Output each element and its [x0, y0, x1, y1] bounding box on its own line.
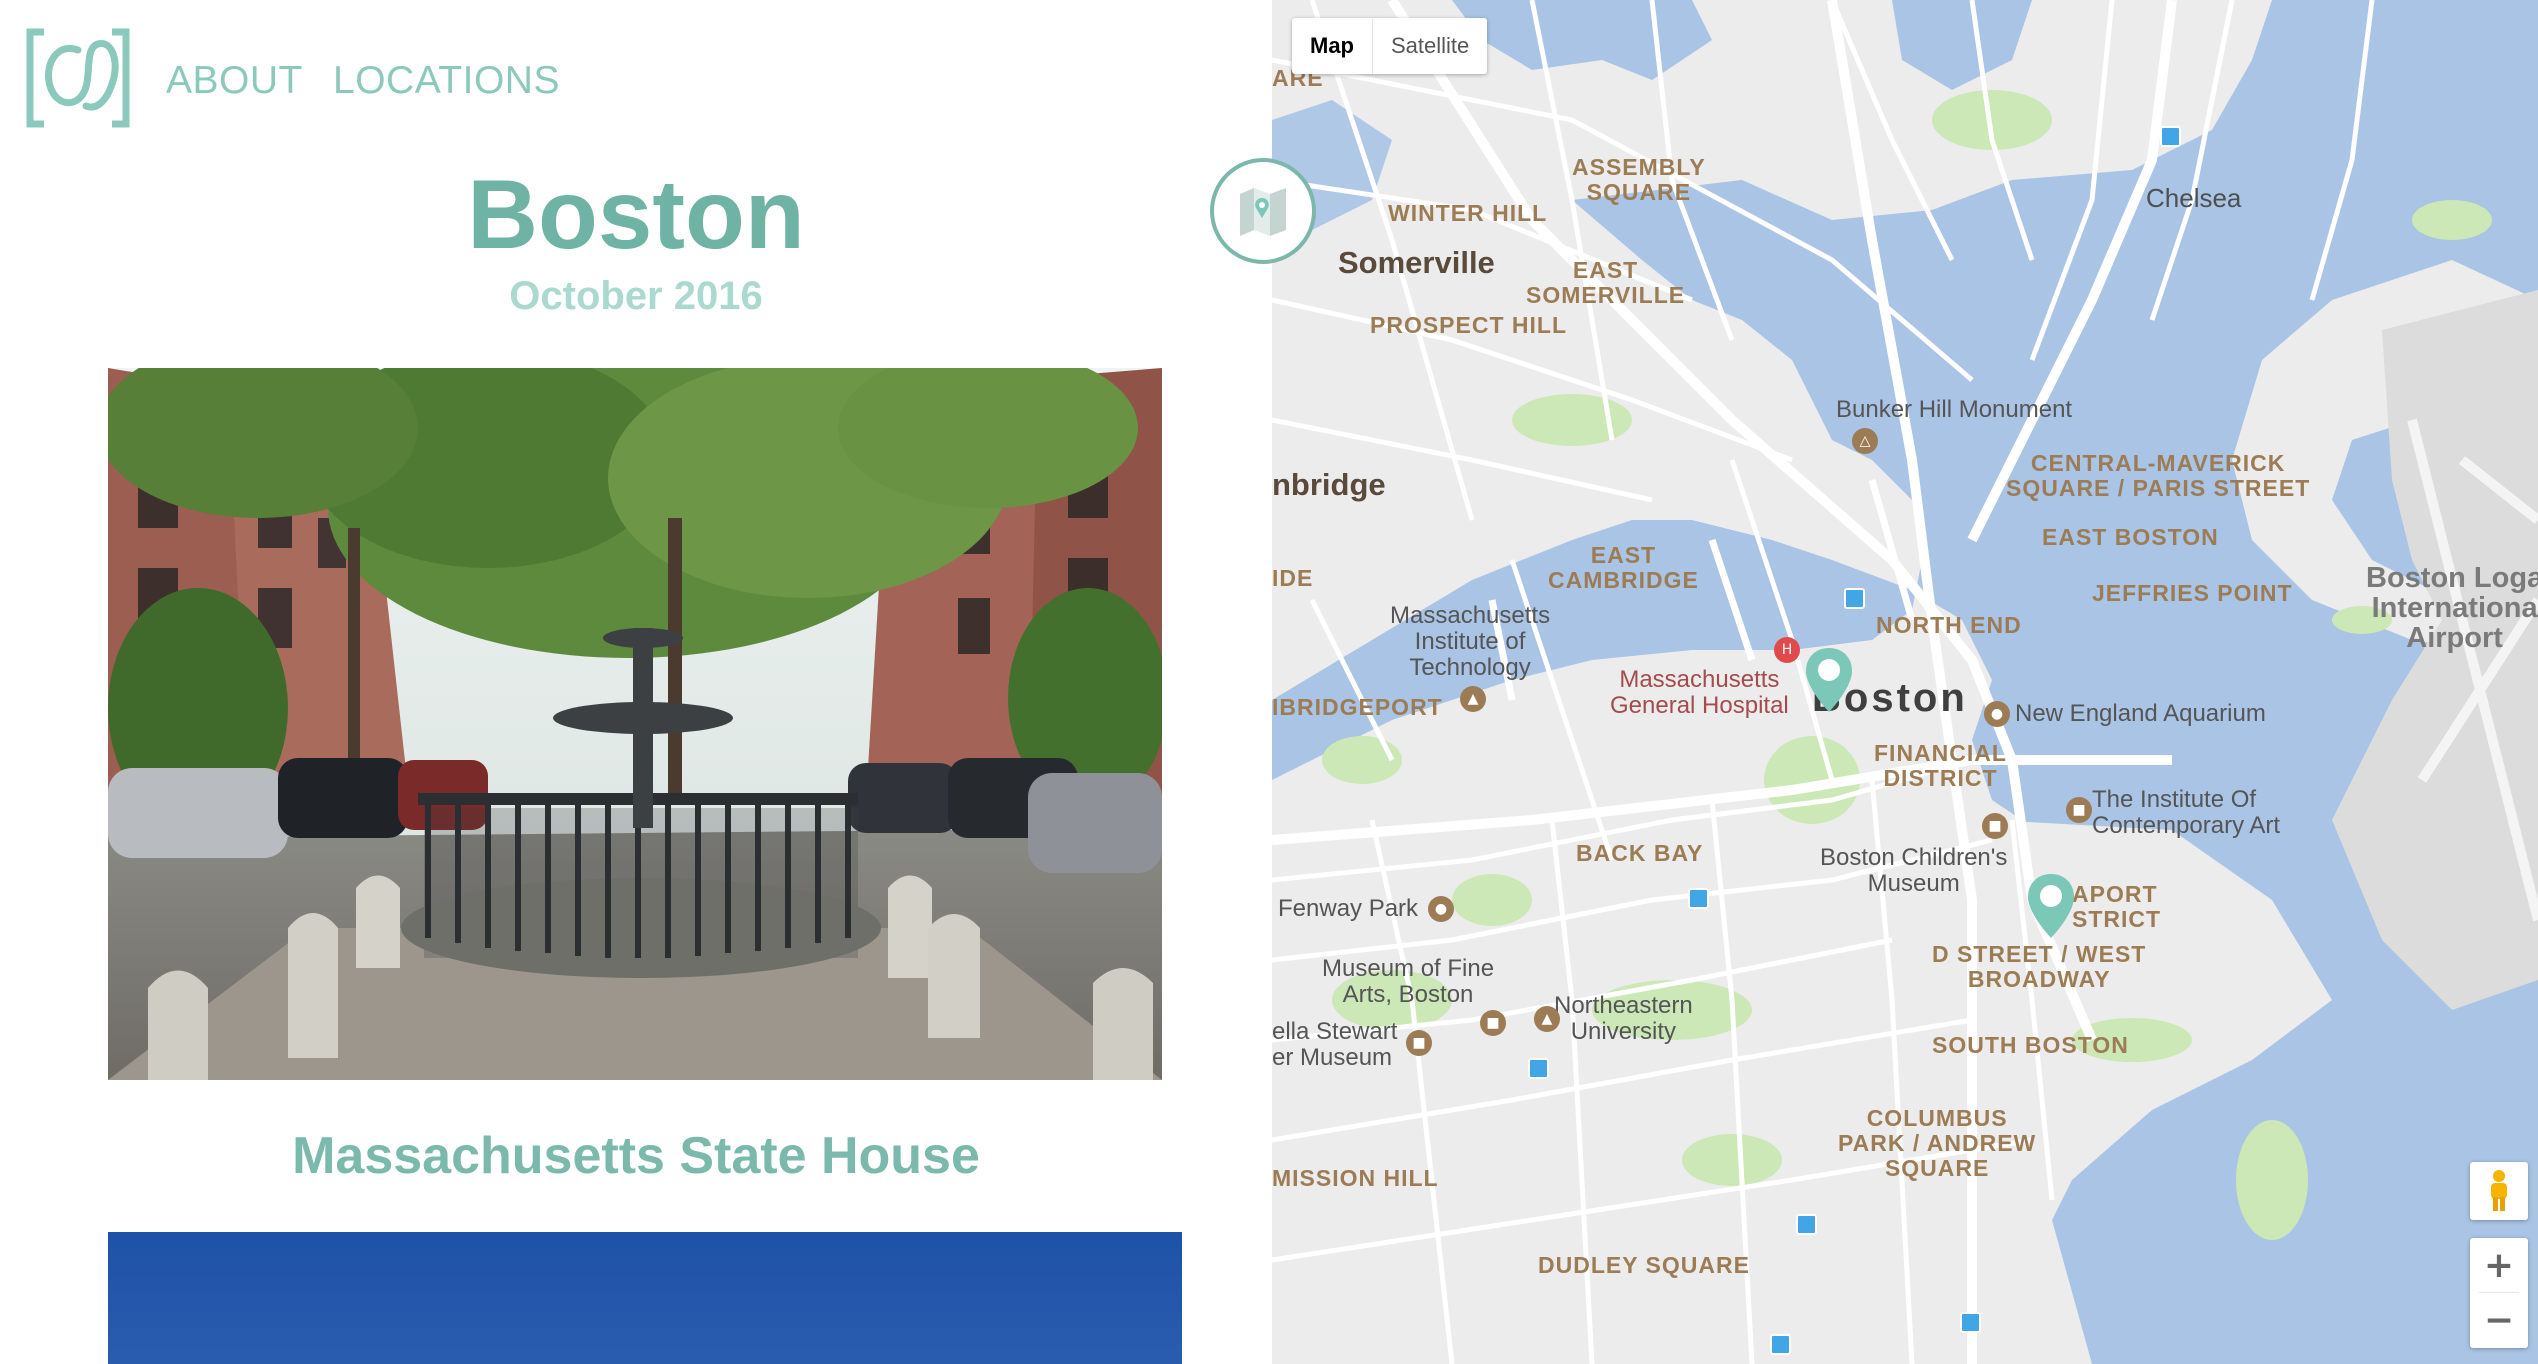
map-label-mgh: Massachusetts General Hospital [1610, 666, 1789, 719]
museum-icon[interactable]: ■ [2066, 797, 2092, 823]
northeastern-university-icon[interactable]: ▲ [1534, 1006, 1560, 1032]
folded-map-icon [1240, 188, 1286, 236]
monument-icon[interactable]: △ [1852, 428, 1878, 454]
map-label-bunker-hill: Bunker Hill Monument [1836, 396, 2073, 423]
stadium-icon[interactable]: ● [1428, 896, 1454, 922]
map-label-dudley-square: DUDLEY SQUARE [1538, 1252, 1750, 1278]
location-pin-icon[interactable] [2026, 872, 2076, 940]
location-photo [108, 368, 1162, 1080]
transit-station-icon[interactable] [1960, 1312, 1981, 1333]
childrens-museum-icon[interactable]: ■ [1982, 813, 2008, 839]
transit-station-icon[interactable] [1528, 1058, 1549, 1079]
map-label-financial-district: FINANCIAL DISTRICT [1874, 740, 2007, 791]
transit-station-icon[interactable] [2160, 126, 2181, 147]
fountain-photo-image [108, 368, 1162, 1080]
pegman-icon [2491, 1170, 2507, 1211]
map-label-prospect-hill: PROSPECT HILL [1370, 312, 1568, 338]
next-location-photo [108, 1232, 1182, 1364]
transit-station-icon[interactable] [1770, 1334, 1791, 1355]
page-title: Boston [467, 159, 805, 269]
nav-about-link[interactable]: ABOUT [166, 58, 303, 104]
transit-station-icon[interactable] [1688, 888, 1709, 909]
map-label-jeffries-point: JEFFRIES POINT [2092, 580, 2293, 606]
map-label-childrens-museum: Boston Children's Museum [1820, 844, 2008, 897]
map-label-columbus-park: COLUMBUS PARK / ANDREW SQUARE [1838, 1105, 2037, 1181]
hospital-icon[interactable]: H [1774, 637, 1800, 663]
zoom-out-button[interactable]: − [2470, 1293, 2528, 1347]
map-label-east-cambridge: EAST CAMBRIDGE [1548, 542, 1699, 593]
content-panel: ABOUT LOCATIONS Boston October 2016 Mass… [0, 0, 1272, 1364]
gardner-museum-icon[interactable]: ■ [1406, 1030, 1432, 1056]
transit-station-icon[interactable] [1796, 1214, 1817, 1235]
app-root: ABOUT LOCATIONS Boston October 2016 Mass… [0, 0, 2538, 1364]
map-label-winter-hill: WINTER HILL [1388, 200, 1548, 226]
map-label-gardner: ella Stewart er Museum [1272, 1018, 1398, 1071]
map-label-d-street: D STREET / WEST BROADWAY [1932, 941, 2147, 992]
map-label-assembly-square: ASSEMBLY SQUARE [1572, 154, 1706, 205]
map-type-map-button[interactable]: Map [1292, 18, 1373, 74]
brand-logo-icon [26, 28, 130, 128]
map-label-east-boston: EAST BOSTON [2042, 524, 2219, 550]
map-label-east-somerville: EAST SOMERVILLE [1526, 257, 1686, 308]
location-pin-icon[interactable] [1804, 646, 1854, 714]
map-label-chelsea: Chelsea [2146, 183, 2242, 213]
map-label-ica: The Institute Of Contemporary Art [2092, 786, 2281, 839]
photo-caption: Massachusetts State House [292, 1127, 980, 1185]
street-view-pegman-button[interactable] [2470, 1162, 2528, 1220]
map-label-cambridgeport: IBRIDGEPORT [1272, 694, 1443, 720]
page-date: October 2016 [509, 274, 763, 318]
zoom-in-button[interactable]: + [2470, 1238, 2528, 1292]
map-panel[interactable]: Map Satellite ARE ASSEMBLY SQUARE WINTER… [1272, 0, 2538, 1364]
map-label-mit: Massachusetts Institute of Technology [1390, 602, 1551, 681]
map-type-control: Map Satellite [1292, 18, 1488, 74]
map-label-northeastern: Northeastern University [1554, 992, 1693, 1045]
map-label-mission-hill: MISSION HILL [1272, 1165, 1439, 1191]
map-label-airport: Boston Loga Internationa Airport [2366, 562, 2538, 654]
map-toggle-button[interactable] [1210, 158, 1316, 264]
brand-logo[interactable] [26, 28, 130, 128]
map-type-satellite-button[interactable]: Satellite [1373, 18, 1487, 74]
map-label-cambridge: nbridge [1272, 467, 1386, 502]
map-label-aquarium: New England Aquarium [2015, 700, 2266, 727]
map-label-seaport: APORT STRICT [2072, 881, 2162, 932]
aquarium-icon[interactable]: ● [1984, 701, 2010, 727]
map-label-ide: IDE [1272, 565, 1314, 591]
zoom-control: + − [2470, 1238, 2528, 1348]
map-label-back-bay: BACK BAY [1576, 840, 1704, 866]
mfa-museum-icon[interactable]: ■ [1480, 1010, 1506, 1036]
map-label-south-boston: SOUTH BOSTON [1932, 1032, 2129, 1058]
map-label-mfa: Museum of Fine Arts, Boston [1322, 955, 1495, 1008]
map-label-north-end: NORTH END [1876, 612, 2022, 638]
map-label-fenway: Fenway Park [1278, 895, 1419, 922]
nav-locations-link[interactable]: LOCATIONS [333, 58, 560, 104]
transit-station-icon[interactable] [1844, 588, 1865, 609]
map-label-central-maverick: CENTRAL-MAVERICK SQUARE / PARIS STREET [2006, 450, 2311, 501]
university-icon[interactable]: ▲ [1460, 686, 1486, 712]
map-label-somerville: Somerville [1338, 245, 1495, 280]
